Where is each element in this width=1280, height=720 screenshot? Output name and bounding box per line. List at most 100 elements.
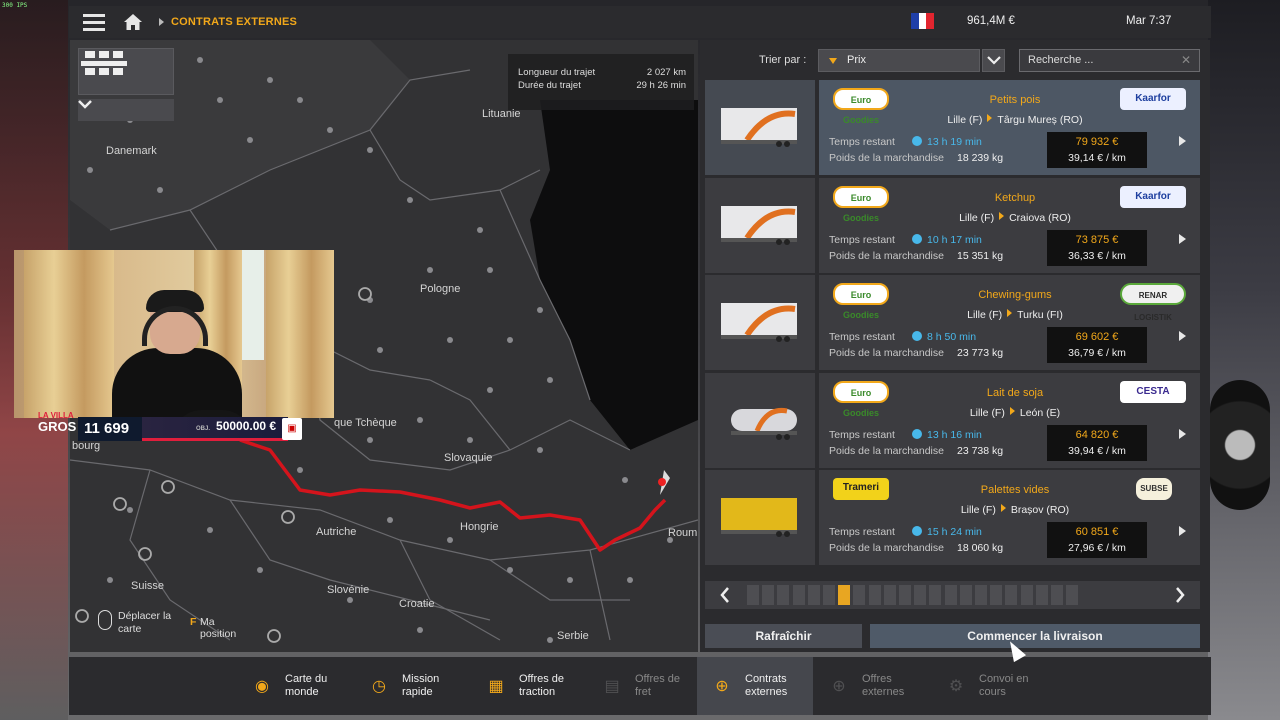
sort-dropdown-button[interactable] <box>982 49 1005 72</box>
page-indicator[interactable] <box>853 585 866 605</box>
client-logo: CESTA <box>1120 380 1186 403</box>
job-row[interactable]: Euro Goodies Chewing-gums Lille (F) Turku… <box>705 275 1200 370</box>
job-price: 64 820 € <box>1075 428 1119 441</box>
start-delivery-button[interactable]: Commencer la livraison <box>870 624 1200 648</box>
hamburger-menu-icon[interactable] <box>69 6 119 38</box>
nav-contratsexternes[interactable]: ⊕ Contrats externes <box>697 657 813 715</box>
move-map-hint-line2: carte <box>118 623 142 635</box>
search-placeholder: Recherche ... <box>1028 54 1094 66</box>
play-arrow-icon[interactable] <box>1179 428 1186 439</box>
page-indicator[interactable] <box>807 585 820 605</box>
route-duration-value: 29 h 26 min <box>636 80 686 91</box>
trailer-thumbnail <box>705 470 815 565</box>
nav-label: Carte du monde <box>285 673 327 699</box>
cargo-weight: 15 351 kg <box>957 249 1004 262</box>
my-position-button[interactable]: Ma position <box>200 616 238 640</box>
time-remaining: 13 h 19 min <box>912 136 982 148</box>
job-price: 73 875 € <box>1075 233 1119 246</box>
map-label-lituanie: Lituanie <box>482 108 521 120</box>
destination-marker <box>658 478 666 486</box>
nav-label: Offres de traction <box>519 673 564 699</box>
page-indicator[interactable] <box>747 585 759 605</box>
job-row[interactable]: Trameri Palettes vides Lille (F) Brașov (… <box>705 470 1200 565</box>
page-indicator[interactable] <box>959 585 972 605</box>
nav-offresexternes[interactable]: ⊕ Offres externes <box>814 657 930 715</box>
job-price: 60 851 € <box>1075 526 1119 538</box>
top-bar: CONTRATS EXTERNES 961,4M € Mar 7:37 <box>69 6 1211 38</box>
clock-icon <box>912 233 922 244</box>
page-indicator[interactable] <box>899 585 911 605</box>
page-indicator[interactable] <box>1020 585 1033 605</box>
cargo-brand-logo: Euro Goodies <box>833 283 889 320</box>
job-row[interactable]: Euro Goodies Lait de soja Lille (F) León … <box>705 372 1200 468</box>
sort-select[interactable]: Prix <box>818 49 980 72</box>
map-expand-button[interactable] <box>78 99 174 121</box>
page-indicator[interactable] <box>762 585 775 605</box>
map-layers-button[interactable] <box>78 48 174 95</box>
weight-label: Poids de la marchandise <box>829 347 944 359</box>
route-length-label: Longueur du trajet <box>518 67 596 78</box>
job-info: Trameri Palettes vides Lille (F) Brașov (… <box>819 470 1200 565</box>
page-indicator-current[interactable] <box>838 585 851 605</box>
page-indicator[interactable] <box>914 585 927 605</box>
play-arrow-icon[interactable] <box>1179 136 1186 146</box>
jobs-panel: Trier par : Prix Recherche ... ✕ Euro Go… <box>700 40 1210 652</box>
next-page-button[interactable] <box>1160 581 1200 609</box>
page-indicator[interactable] <box>883 585 896 605</box>
time-value: 8 h 50 min <box>927 331 977 343</box>
nav-offres-detraction[interactable]: ▦ Offres de traction <box>471 657 587 715</box>
truck-wheel <box>1210 380 1270 510</box>
page-indicator[interactable] <box>929 585 942 605</box>
previous-page-button[interactable] <box>705 581 745 609</box>
refresh-button[interactable]: Rafraîchir <box>705 624 862 648</box>
page-indicator[interactable] <box>1066 585 1079 605</box>
job-row[interactable]: Euro Goodies Ketchup Lille (F) Craiova (R… <box>705 177 1200 273</box>
clock-icon: ◷ <box>372 678 386 695</box>
page-indicator[interactable] <box>777 585 790 605</box>
page-indicator[interactable] <box>792 585 805 605</box>
weight-label: Poids de la marchandise <box>829 152 944 164</box>
route-from: Lille (F) <box>960 504 996 516</box>
clear-search-icon[interactable]: ✕ <box>1181 53 1191 67</box>
play-arrow-icon[interactable] <box>1179 526 1186 536</box>
job-row[interactable]: Euro Goodies Petits pois Lille (F) Târgu … <box>705 80 1200 175</box>
goal-currency: € <box>269 419 277 433</box>
cargo-brand-logo: Euro Goodies <box>833 88 889 125</box>
time-value: 15 h 24 min <box>927 526 982 538</box>
time-label: Temps restant <box>829 331 895 343</box>
nav-label-line2: externes <box>745 686 788 698</box>
page-indicator[interactable] <box>944 585 957 605</box>
time-label: Temps restant <box>829 136 895 148</box>
time-value: 13 h 16 min <box>927 428 982 441</box>
home-icon[interactable] <box>119 6 147 38</box>
map-label-slovenie: Slovénie <box>327 584 370 596</box>
page-indicator[interactable] <box>868 585 881 605</box>
price-per-km: 36,33 € / km <box>1068 249 1126 262</box>
page-indicator[interactable] <box>1005 585 1018 605</box>
nav-carte-dumonde[interactable]: ◉ Carte du monde <box>237 657 353 715</box>
cargo-name: Palettes vides <box>980 484 1050 496</box>
chevron-down-icon <box>78 100 92 109</box>
page-indicator[interactable] <box>990 585 1003 605</box>
goal-prefix: OBJ. <box>196 426 211 432</box>
map-label-slovaquie: Slovaquie <box>444 452 493 464</box>
trailer-thumbnail <box>705 177 815 273</box>
job-pager <box>705 581 1200 609</box>
nav-convoi-encours[interactable]: ⚙ Convoi en cours <box>931 657 1047 715</box>
flag-stripe-blue <box>911 13 919 29</box>
job-route: Lille (F) León (E) <box>915 406 1115 419</box>
page-indicator[interactable] <box>975 585 987 605</box>
stream-logo-line2: GROS <box>38 419 77 434</box>
goal-value: 50000.00 <box>216 419 267 433</box>
play-arrow-icon[interactable] <box>1179 233 1186 244</box>
price-box: 60 851 € 27,96 € / km <box>1047 522 1147 558</box>
page-indicator[interactable] <box>1051 585 1063 605</box>
page-indicator[interactable] <box>1035 585 1048 605</box>
search-input[interactable]: Recherche ... ✕ <box>1019 49 1200 72</box>
nav-missionrapide[interactable]: ◷ Mission rapide <box>354 657 470 715</box>
chevron-right-icon <box>1176 587 1185 603</box>
nav-offres-defret[interactable]: ▤ Offres de fret <box>587 657 703 715</box>
trailer-thumbnail <box>705 80 815 175</box>
page-indicator[interactable] <box>823 585 835 605</box>
play-arrow-icon[interactable] <box>1179 331 1186 341</box>
